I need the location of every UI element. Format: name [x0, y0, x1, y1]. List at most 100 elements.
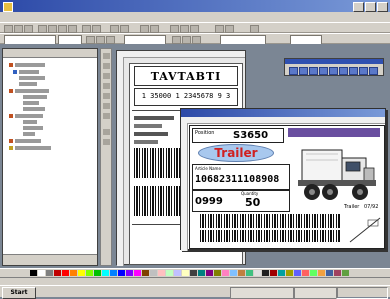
color-swatch[interactable] — [198, 270, 205, 276]
palette-button[interactable] — [289, 67, 298, 75]
palette-button[interactable] — [349, 67, 358, 75]
database-button[interactable] — [215, 25, 224, 33]
tree-item[interactable] — [15, 139, 41, 143]
color-swatch[interactable] — [206, 270, 213, 276]
align-right-button[interactable] — [192, 36, 201, 44]
align-left-button[interactable] — [172, 36, 181, 44]
tree-item[interactable] — [19, 82, 37, 86]
color-swatch[interactable] — [334, 270, 341, 276]
align-center-button[interactable] — [182, 36, 191, 44]
underline-button[interactable] — [106, 36, 115, 44]
color-swatch[interactable] — [254, 270, 261, 276]
palette-button[interactable] — [369, 67, 378, 75]
color-swatch[interactable] — [270, 270, 277, 276]
bold-button[interactable] — [86, 36, 95, 44]
paste-button[interactable] — [68, 25, 77, 33]
palette-button[interactable] — [359, 67, 368, 75]
start-button[interactable]: Start — [2, 287, 36, 299]
print-button[interactable] — [38, 25, 47, 33]
palette-button[interactable] — [319, 67, 328, 75]
align-button[interactable] — [140, 25, 149, 33]
color-swatch[interactable] — [230, 270, 237, 276]
barcode-tool-button[interactable] — [180, 25, 189, 33]
palette-button[interactable] — [299, 67, 308, 75]
tree-item[interactable] — [15, 114, 43, 118]
zoom-tool[interactable] — [103, 129, 110, 135]
palette-button[interactable] — [339, 67, 348, 75]
color-swatch[interactable] — [150, 270, 157, 276]
label-canvas-2[interactable]: Position S3650 Trailer Trailer 07/92 Art… — [189, 125, 385, 249]
tree-item[interactable] — [23, 126, 43, 130]
grid-button[interactable] — [120, 25, 129, 33]
redo-button[interactable] — [92, 25, 101, 33]
minimize-button[interactable] — [353, 2, 364, 12]
panel-tabs[interactable] — [3, 254, 97, 265]
variable-button[interactable] — [225, 25, 234, 33]
new-button[interactable] — [4, 25, 13, 33]
color-swatch[interactable] — [246, 270, 253, 276]
tree-item[interactable] — [15, 63, 45, 67]
color-swatch[interactable] — [94, 270, 101, 276]
copy-button[interactable] — [58, 25, 67, 33]
taskbar-item[interactable] — [230, 287, 294, 299]
color-swatch[interactable] — [182, 270, 189, 276]
color-swatch[interactable] — [70, 270, 77, 276]
color-swatch[interactable] — [310, 270, 317, 276]
ellipse-tool[interactable] — [103, 103, 110, 109]
color-swatch[interactable] — [38, 270, 45, 276]
line-tool[interactable] — [103, 83, 110, 89]
color-swatch[interactable] — [118, 270, 125, 276]
tree-item[interactable] — [15, 146, 51, 150]
color-swatch[interactable] — [78, 270, 85, 276]
tree-item[interactable] — [23, 95, 47, 99]
zoom-button[interactable] — [110, 25, 119, 33]
tree-item[interactable] — [23, 101, 39, 105]
color-swatch[interactable] — [174, 270, 181, 276]
color-swatch[interactable] — [286, 270, 293, 276]
palette-button[interactable] — [309, 67, 318, 75]
image-tool[interactable] — [103, 113, 110, 119]
color-swatch[interactable] — [166, 270, 173, 276]
barcode-tool[interactable] — [103, 73, 110, 79]
color-swatch[interactable] — [326, 270, 333, 276]
color-swatch[interactable] — [46, 270, 53, 276]
color-swatch[interactable] — [278, 270, 285, 276]
tree-item[interactable] — [23, 132, 35, 136]
color-swatch[interactable] — [318, 270, 325, 276]
color-swatch[interactable] — [54, 270, 61, 276]
undo-button[interactable] — [82, 25, 91, 33]
color-swatch[interactable] — [190, 270, 197, 276]
color-swatch[interactable] — [102, 270, 109, 276]
rect-tool[interactable] — [103, 93, 110, 99]
color-swatch[interactable] — [222, 270, 229, 276]
italic-button[interactable] — [96, 36, 105, 44]
color-swatch[interactable] — [302, 270, 309, 276]
tree-item[interactable] — [23, 107, 45, 111]
color-swatch[interactable] — [62, 270, 69, 276]
pan-tool[interactable] — [103, 139, 110, 145]
palette-button[interactable] — [329, 67, 338, 75]
select-tool[interactable] — [103, 53, 110, 59]
text-tool[interactable] — [103, 63, 110, 69]
layer-button[interactable] — [150, 25, 159, 33]
tree-item[interactable] — [19, 76, 45, 80]
tree-item[interactable] — [23, 120, 37, 124]
color-swatch[interactable] — [238, 270, 245, 276]
color-swatch[interactable] — [126, 270, 133, 276]
color-swatch[interactable] — [110, 270, 117, 276]
cut-button[interactable] — [48, 25, 57, 33]
save-button[interactable] — [24, 25, 33, 33]
text-tool-button[interactable] — [170, 25, 179, 33]
color-swatch[interactable] — [342, 270, 349, 276]
image-tool-button[interactable] — [190, 25, 199, 33]
tree-item[interactable] — [15, 89, 49, 93]
color-swatch[interactable] — [86, 270, 93, 276]
color-swatch[interactable] — [214, 270, 221, 276]
open-button[interactable] — [14, 25, 23, 33]
color-swatch[interactable] — [294, 270, 301, 276]
taskbar-item[interactable] — [294, 287, 338, 299]
maximize-button[interactable] — [365, 2, 376, 12]
color-swatch[interactable] — [262, 270, 269, 276]
color-swatch[interactable] — [158, 270, 165, 276]
help-button[interactable] — [250, 25, 259, 33]
